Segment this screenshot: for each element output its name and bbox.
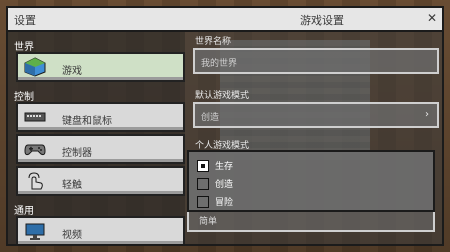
- option-creative[interactable]: 创造: [197, 176, 397, 192]
- section-world-label: 世界: [14, 42, 34, 53]
- globe-icon: [24, 57, 46, 77]
- sidebar-item-label: 轻触: [62, 180, 82, 191]
- keyboard-icon: [24, 107, 46, 127]
- monitor-icon: [24, 221, 46, 241]
- gamepad-icon: [24, 139, 46, 159]
- default-mode-label: 默认游戏模式: [195, 91, 250, 101]
- settings-title: 设置: [14, 14, 36, 27]
- option-label: 生存: [215, 162, 234, 172]
- sidebar-item-label: 视频: [62, 230, 82, 241]
- option-survival[interactable]: 生存: [197, 158, 397, 174]
- sidebar-item-label: 控制器: [62, 148, 92, 159]
- close-icon[interactable]: ✕: [425, 11, 439, 25]
- sidebar-item-controller[interactable]: 控制器: [16, 134, 185, 164]
- sidebar-item-keyboard-mouse[interactable]: 键盘和鼠标: [16, 102, 185, 132]
- sidebar-item-label: 游戏: [62, 66, 82, 77]
- page-title: 游戏设置: [300, 14, 344, 27]
- world-name-value: 我的世界: [201, 59, 238, 69]
- touch-icon: [24, 171, 46, 191]
- option-adventure[interactable]: 冒险: [197, 194, 397, 210]
- sidebar-item-video[interactable]: 视频: [16, 216, 185, 244]
- section-general-label: 通用: [14, 206, 34, 217]
- title-bar: 设置 游戏设置 ✕: [8, 8, 442, 32]
- personal-mode-dropdown-menu: 生存 创造 冒险: [187, 150, 435, 212]
- option-label: 创造: [215, 180, 234, 190]
- difficulty-field-partial[interactable]: 简单: [187, 212, 435, 232]
- radio-unchecked[interactable]: [197, 178, 209, 190]
- sidebar: 世界 游戏 控制 键盘和鼠标 控制器 轻触 通用 视频: [8, 32, 185, 244]
- sidebar-item-touch[interactable]: 轻触: [16, 166, 185, 196]
- section-controls-label: 控制: [14, 92, 34, 103]
- chevron-right-icon: ›: [425, 109, 429, 120]
- radio-checked[interactable]: [197, 160, 209, 172]
- difficulty-value: 简单: [199, 217, 218, 227]
- world-name-label: 世界名称: [195, 37, 232, 47]
- option-label: 冒险: [215, 198, 234, 208]
- sidebar-item-label: 键盘和鼠标: [62, 116, 112, 127]
- sidebar-item-game[interactable]: 游戏: [16, 52, 185, 82]
- default-mode-dropdown[interactable]: 创造 ›: [193, 102, 439, 128]
- default-mode-value: 创造: [201, 113, 220, 123]
- world-name-field[interactable]: 我的世界: [193, 48, 439, 74]
- radio-unchecked[interactable]: [197, 196, 209, 208]
